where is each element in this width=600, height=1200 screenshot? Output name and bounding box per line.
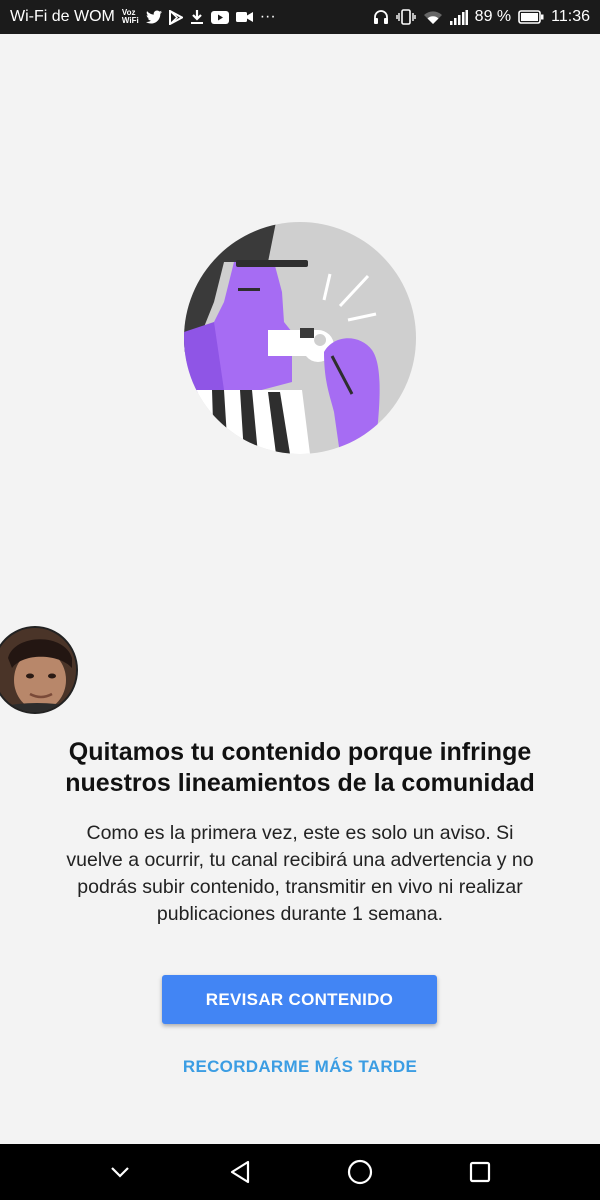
referee-whistle-illustration	[184, 222, 416, 454]
battery-icon	[518, 10, 544, 24]
back-icon[interactable]	[220, 1152, 260, 1192]
carrier-label: Wi-Fi de WOM	[10, 8, 115, 25]
home-icon[interactable]	[340, 1152, 380, 1192]
recents-icon[interactable]	[460, 1152, 500, 1192]
review-content-button[interactable]: REVISAR CONTENIDO	[162, 975, 437, 1024]
wifi-icon	[423, 10, 443, 25]
notice-title: Quitamos tu contenido porque infringe nu…	[65, 738, 535, 797]
chevron-down-icon[interactable]	[100, 1152, 140, 1192]
system-nav-bar	[0, 1144, 600, 1200]
headset-icon	[373, 9, 389, 25]
youtube-icon	[210, 10, 229, 24]
status-time: 11:36	[551, 8, 590, 25]
twitter-icon	[145, 10, 162, 24]
status-bar-right: 89 % 11:36	[373, 8, 590, 26]
chat-head-avatar[interactable]	[0, 626, 78, 714]
notice-body: Como es la primera vez, este es solo un …	[66, 822, 534, 925]
voz-wifi-indicator: Voz WiFi	[121, 8, 139, 25]
status-bar: Wi-Fi de WOM Voz WiFi ··· 89 % 11:36	[0, 0, 600, 34]
status-bar-left: Wi-Fi de WOM Voz WiFi ···	[10, 8, 276, 26]
video-camera-icon	[235, 11, 253, 23]
signal-icon	[449, 9, 468, 25]
remind-me-later-button[interactable]: RECORDARME MÁS TARDE	[150, 1052, 450, 1082]
download-icon	[190, 9, 204, 25]
overflow-dots: ···	[259, 8, 276, 25]
vibrate-icon	[395, 9, 416, 25]
play-store-icon	[168, 9, 183, 25]
battery-percent: 89 %	[474, 8, 512, 25]
